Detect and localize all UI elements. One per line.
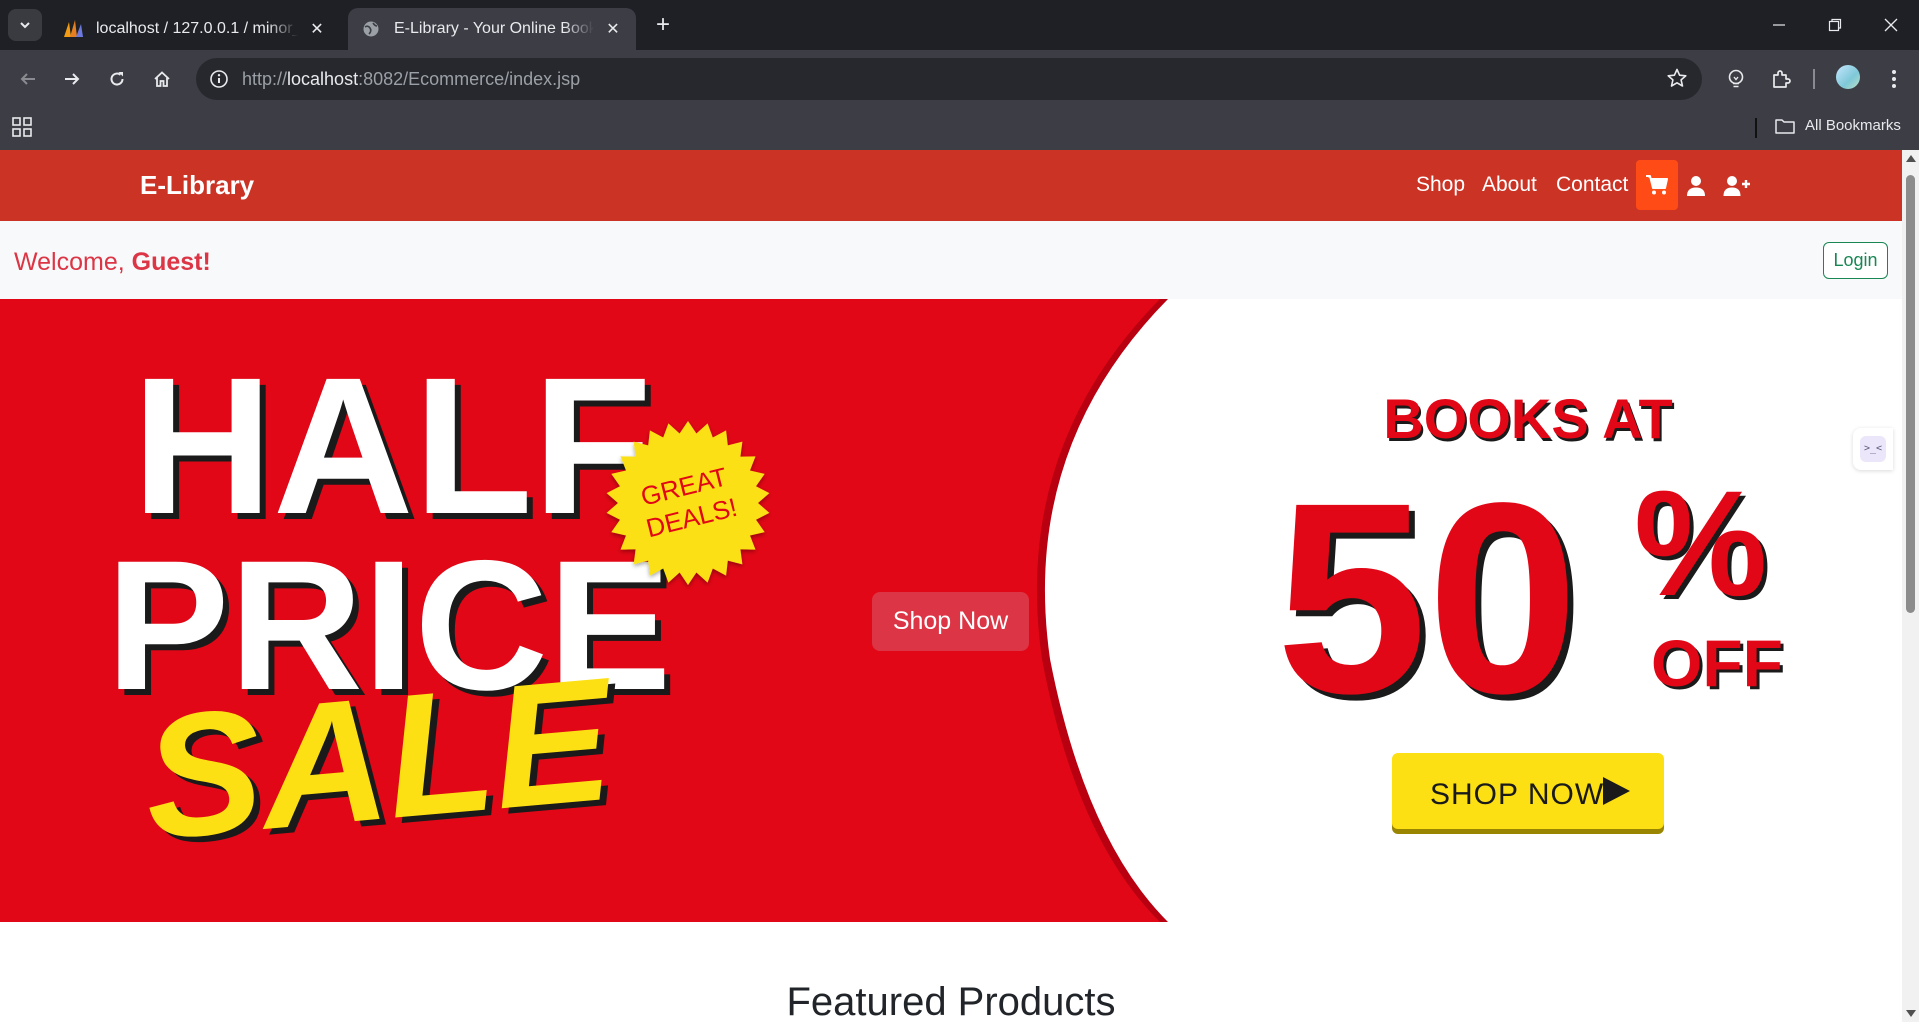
url-scheme: http://	[242, 69, 288, 89]
welcome-prefix: Welcome,	[14, 248, 132, 276]
nav-about-link[interactable]: About	[1482, 173, 1537, 197]
minimize-icon	[1773, 24, 1785, 26]
sale-banner: HALF HALF PRICE PRICE SALE SALE GREAT DE…	[0, 299, 1902, 922]
reload-icon	[110, 72, 124, 86]
tab-title: E-Library - Your Online Book Store	[394, 20, 594, 37]
browser-toolbar: http://localhost:8082/Ecommerce/index.js…	[0, 50, 1919, 108]
banner-shop-now-text: SHOP NOW	[1430, 778, 1604, 811]
scroll-up-arrow-icon[interactable]	[1906, 155, 1916, 162]
menu-kebab-icon[interactable]	[1878, 63, 1910, 95]
back-button[interactable]	[12, 63, 44, 95]
page-scrollbar[interactable]	[1902, 150, 1919, 1022]
home-icon	[154, 71, 170, 87]
close-window-button[interactable]	[1863, 0, 1919, 50]
welcome-user: Guest!	[131, 248, 211, 276]
shop-now-button[interactable]: Shop Now	[872, 592, 1029, 651]
all-bookmarks-label: All Bookmarks	[1805, 117, 1901, 134]
reload-button[interactable]	[101, 63, 133, 95]
apps-grid-icon[interactable]	[12, 117, 36, 141]
toolbar-divider	[1813, 69, 1815, 89]
register-button[interactable]	[1722, 172, 1752, 200]
extension-side-widget[interactable]: >_<	[1853, 428, 1893, 470]
banner-shop-now-graphic: SHOP NOW	[1392, 753, 1664, 834]
scroll-down-arrow-icon[interactable]	[1906, 1010, 1916, 1017]
forward-button[interactable]	[56, 63, 88, 95]
profile-avatar[interactable]	[1836, 65, 1860, 89]
tab-title: localhost / 127.0.0.1 / minor_project	[96, 20, 298, 37]
banner-percent-sign: %	[1634, 459, 1767, 627]
restore-button[interactable]	[1807, 0, 1863, 50]
tab-elibrary[interactable]: E-Library - Your Online Book Store ✕	[348, 8, 636, 50]
user-plus-icon	[1723, 176, 1750, 196]
url-host: localhost	[287, 69, 359, 89]
tab-phpmyadmin[interactable]: localhost / 127.0.0.1 / minor_project ✕	[50, 8, 340, 50]
login-button[interactable]: Login	[1823, 242, 1888, 279]
bookmarks-bar: All Bookmarks	[0, 108, 1919, 150]
site-navbar: E-Library Shop About Contact	[0, 150, 1902, 221]
welcome-message: Welcome, Guest!	[14, 248, 211, 277]
user-account-button[interactable]	[1681, 172, 1711, 200]
site-info-icon[interactable]	[206, 66, 232, 92]
minimize-button[interactable]	[1751, 0, 1807, 50]
close-icon[interactable]: ✕	[306, 18, 328, 40]
site-brand[interactable]: E-Library	[140, 170, 254, 201]
cart-button[interactable]	[1636, 160, 1678, 210]
nav-contact-link[interactable]: Contact	[1556, 173, 1628, 197]
user-icon	[1687, 176, 1705, 196]
browser-tab-strip: localhost / 127.0.0.1 / minor_project ✕ …	[0, 0, 1919, 50]
close-icon	[1884, 18, 1898, 32]
extensions-puzzle-icon[interactable]	[1765, 63, 1797, 95]
all-bookmarks-button[interactable]: All Bookmarks	[1775, 117, 1901, 134]
home-button[interactable]	[146, 63, 178, 95]
restore-icon	[1828, 18, 1842, 32]
tab-search-button[interactable]	[8, 9, 42, 41]
featured-products-heading: Featured Products	[786, 980, 1116, 1022]
nav-shop-link[interactable]: Shop	[1416, 173, 1465, 197]
robot-face-icon: >_<	[1860, 436, 1886, 462]
shopping-cart-icon	[1646, 175, 1668, 195]
new-tab-button[interactable]: +	[648, 10, 678, 40]
scroll-thumb[interactable]	[1906, 175, 1915, 613]
bookmark-star-icon[interactable]	[1666, 67, 1688, 94]
welcome-bar: Welcome, Guest! Login	[0, 221, 1902, 299]
address-bar[interactable]: http://localhost:8082/Ecommerce/index.js…	[196, 58, 1702, 100]
banner-percent-value: 50	[1276, 446, 1579, 750]
url-path: :8082/Ecommerce/index.jsp	[358, 69, 581, 89]
page-viewport: E-Library Shop About Contact Welcome, Gu…	[0, 150, 1902, 1022]
lightbulb-extension-icon[interactable]	[1720, 63, 1752, 95]
close-icon[interactable]: ✕	[602, 18, 624, 40]
bookmarks-divider	[1755, 118, 1757, 138]
banner-books-at: BOOKS AT	[1383, 387, 1672, 450]
phpmyadmin-icon	[62, 18, 84, 40]
globe-icon	[360, 18, 382, 40]
chevron-down-icon	[20, 22, 30, 29]
url-text[interactable]: http://localhost:8082/Ecommerce/index.js…	[242, 69, 580, 90]
folder-icon	[1775, 118, 1795, 134]
arrow-left-icon	[20, 73, 35, 85]
banner-headline-sale: SALE	[136, 641, 623, 876]
banner-off: OFF	[1651, 626, 1783, 700]
arrow-right-icon	[65, 73, 80, 85]
